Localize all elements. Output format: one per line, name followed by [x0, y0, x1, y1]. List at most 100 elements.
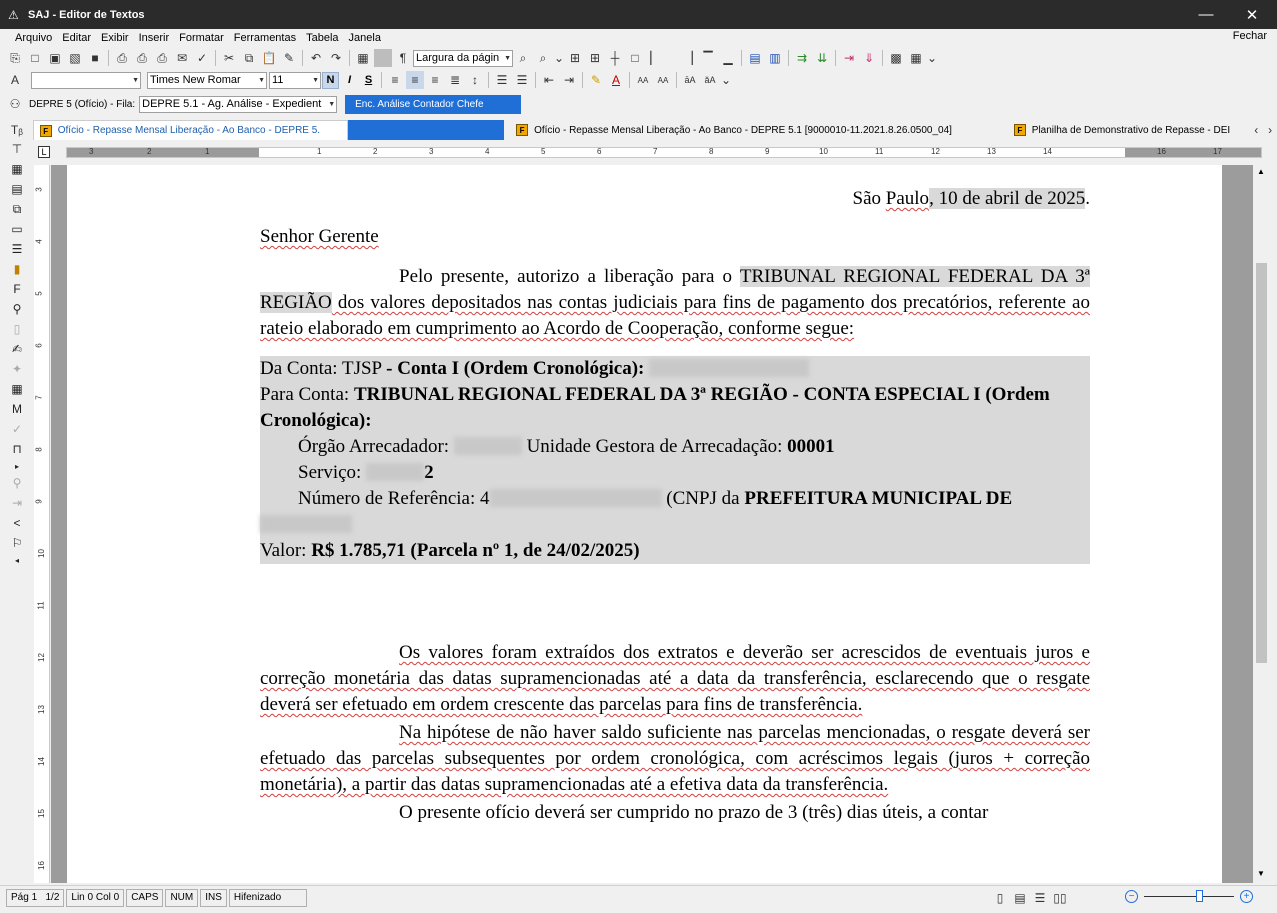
view-draft-icon[interactable]: ☰	[1031, 889, 1049, 907]
table-outer-icon[interactable]: □	[626, 49, 644, 67]
format-clear-icon[interactable]: ⊤	[8, 140, 26, 158]
share-icon[interactable]: <	[8, 514, 26, 532]
menu-tabela[interactable]: Tabela	[301, 32, 343, 44]
signature-icon[interactable]: ✍	[8, 340, 26, 358]
calendar-icon[interactable]: ▦	[8, 380, 26, 398]
copy-text-icon[interactable]: ⧉	[8, 200, 26, 218]
tab-oficio-second[interactable]: F Ofício - Repasse Mensal Liberação - Ao…	[510, 120, 1008, 140]
save-icon[interactable]: ■	[86, 49, 104, 67]
tab-scroll-left-icon[interactable]: ‹	[1250, 121, 1262, 139]
email-icon[interactable]: ✉	[173, 49, 191, 67]
style-combo[interactable]: ▼	[31, 71, 141, 89]
insert-row-icon[interactable]: ⇊	[813, 49, 831, 67]
align-center-icon[interactable]: ≡	[406, 71, 424, 89]
list-icon[interactable]: ☰	[8, 240, 26, 258]
small-arrow-icon[interactable]: ◂	[8, 552, 26, 570]
fechar-button[interactable]: Fechar	[1233, 30, 1267, 42]
menu-formatar[interactable]: Formatar	[174, 32, 229, 44]
open-folder-icon[interactable]: ▣	[46, 49, 64, 67]
line-spacing-icon[interactable]: ↕	[466, 71, 484, 89]
certificate-icon[interactable]: ✦	[8, 360, 26, 378]
spellcheck-icon[interactable]: ✓	[193, 49, 211, 67]
grow-font-icon[interactable]: AA	[634, 71, 652, 89]
attachment-icon[interactable]: ⚲	[8, 474, 26, 492]
underline-button[interactable]: S	[360, 72, 377, 89]
zoom-slider[interactable]	[1144, 890, 1234, 902]
check-doc-icon[interactable]: ✓	[8, 420, 26, 438]
align-justify-icon[interactable]: ≣	[446, 71, 464, 89]
menu-editar[interactable]: Editar	[57, 32, 96, 44]
shrink-font-icon[interactable]: AA	[654, 71, 672, 89]
align-left-icon[interactable]: ≡	[386, 71, 404, 89]
split-cells-icon[interactable]: ▥	[766, 49, 784, 67]
increase-indent-icon[interactable]: ⇥	[560, 71, 578, 89]
lock-icon[interactable]: ⊓	[8, 440, 26, 458]
print-icon[interactable]: ⎙	[113, 49, 131, 67]
zoom-out-icon[interactable]: ⌕	[514, 49, 532, 67]
form-field-icon[interactable]: ▮	[8, 260, 26, 278]
new-from-template-icon[interactable]: ⎘	[6, 49, 24, 67]
align-right-icon[interactable]: ≡	[426, 71, 444, 89]
open-model-icon[interactable]: ▧	[66, 49, 84, 67]
font-color-icon[interactable]: A	[607, 71, 625, 89]
horizontal-ruler[interactable]: L 3 2 1 1 2 3 4 5 6 7 8 9 10 11 12 13 14…	[36, 143, 1277, 162]
redo-icon[interactable]: ↷	[327, 49, 345, 67]
zoom-in-button[interactable]: +	[1240, 890, 1253, 903]
menu-exibir[interactable]: Exibir	[96, 32, 134, 44]
table-borders-icon[interactable]: ⊞	[586, 49, 604, 67]
styles-icon[interactable]: A	[6, 71, 24, 89]
menu-inserir[interactable]: Inserir	[134, 32, 175, 44]
copy-icon[interactable]: ⧉	[240, 49, 258, 67]
export-icon[interactable]: ⇥	[8, 494, 26, 512]
tab-tools-icon[interactable]: Tᵦ	[8, 121, 26, 139]
new-document-icon[interactable]: □	[26, 49, 44, 67]
highlight-icon[interactable]: ✎	[587, 71, 605, 89]
zoom-out-button[interactable]: −	[1125, 890, 1138, 903]
menu-arquivo[interactable]: Arquivo	[10, 32, 57, 44]
border-left-icon[interactable]: ▏	[646, 49, 664, 67]
columns-icon[interactable]	[374, 49, 392, 67]
field-icon[interactable]: ▤	[8, 180, 26, 198]
bold-button[interactable]: N	[322, 71, 339, 89]
border-top-icon[interactable]: ▔	[699, 49, 717, 67]
overflow-icon[interactable]: ⌄	[927, 49, 937, 67]
print-preview-icon[interactable]: ⎙	[133, 49, 151, 67]
italic-button[interactable]: I	[341, 72, 358, 89]
forward-analysis-button[interactable]: Enc. Análise Contador Chefe	[345, 94, 522, 114]
font-combo[interactable]: Times New Romar ▼	[147, 71, 267, 89]
tab-blank-selected[interactable]	[348, 120, 505, 140]
table-grid-icon[interactable]: ⊞	[566, 49, 584, 67]
comment-icon[interactable]: ▭	[8, 220, 26, 238]
queue-combo[interactable]: DEPRE 5.1 - Ag. Análise - Expedient ▼	[139, 95, 338, 113]
table-inner-icon[interactable]: ┼	[606, 49, 624, 67]
view-two-pages-icon[interactable]: ▯▯	[1051, 889, 1069, 907]
superscript-icon[interactable]: āA	[681, 71, 699, 89]
scrollbar-thumb[interactable]	[1256, 263, 1267, 663]
insert-table-icon[interactable]: ▦	[354, 49, 372, 67]
paste-icon[interactable]: 📋	[260, 49, 278, 67]
minimize-button[interactable]: —	[1183, 0, 1229, 29]
cut-icon[interactable]: ✂	[220, 49, 238, 67]
format-painter-icon[interactable]: ✎	[280, 49, 298, 67]
view-web-icon[interactable]: ▤	[1011, 889, 1029, 907]
zoom-in-icon[interactable]: ⌕	[534, 49, 552, 67]
bookmark-icon[interactable]: ▯	[8, 320, 26, 338]
remove-field-icon[interactable]: F	[8, 280, 26, 298]
close-button[interactable]: ✕	[1229, 0, 1275, 29]
subscript-icon[interactable]: ăA	[701, 71, 719, 89]
scroll-up-icon[interactable]: ▲	[1257, 167, 1265, 176]
pilcrow-icon[interactable]: ¶	[394, 49, 412, 67]
print-setup-icon[interactable]: ⎙	[153, 49, 171, 67]
numbered-list-icon[interactable]: ☰	[493, 71, 511, 89]
overflow-icon[interactable]: ⌄	[721, 71, 731, 89]
merge-cells-icon[interactable]: ▤	[746, 49, 764, 67]
tab-scroll-right-icon[interactable]: ›	[1264, 121, 1276, 139]
vertical-scrollbar[interactable]: ▲ ▼	[1253, 165, 1270, 883]
tab-stop-selector-icon[interactable]: L	[38, 146, 50, 158]
undo-icon[interactable]: ↶	[307, 49, 325, 67]
delete-column-icon[interactable]: ⇥	[840, 49, 858, 67]
bullet-list-icon[interactable]: ☰	[513, 71, 531, 89]
zoom-combo[interactable]: Largura da págin ▼	[413, 49, 513, 67]
table-icon[interactable]: ▦	[8, 160, 26, 178]
stamp-icon[interactable]: ⚲	[8, 300, 26, 318]
